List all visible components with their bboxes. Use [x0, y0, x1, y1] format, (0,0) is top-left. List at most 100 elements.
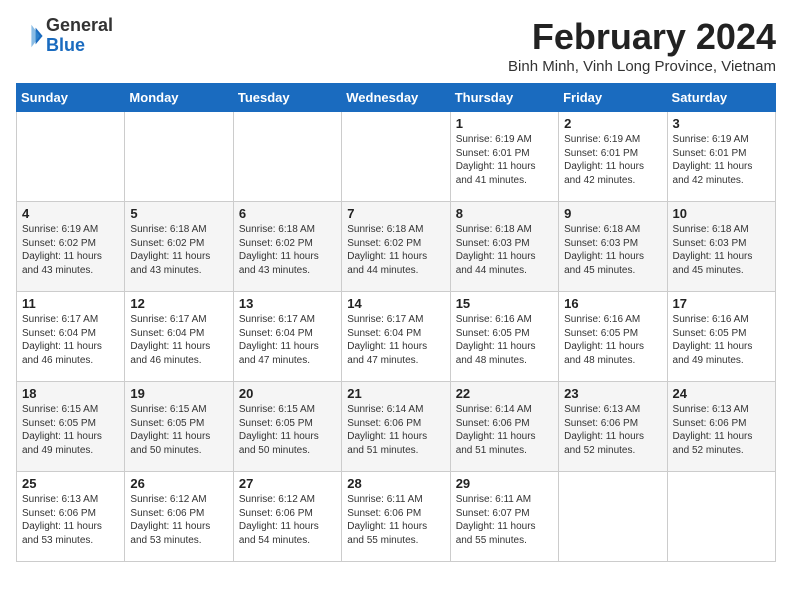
day-number: 5: [130, 206, 227, 221]
day-info: Sunrise: 6:18 AM Sunset: 6:02 PM Dayligh…: [239, 223, 336, 277]
calendar-cell: [667, 472, 775, 562]
calendar-cell: 20 Sunrise: 6:15 AM Sunset: 6:05 PM Dayli…: [233, 382, 341, 472]
weekday-header: Tuesday: [233, 84, 341, 112]
day-number: 27: [239, 476, 336, 491]
day-info: Sunrise: 6:13 AM Sunset: 6:06 PM Dayligh…: [22, 493, 119, 547]
calendar-cell: 24 Sunrise: 6:13 AM Sunset: 6:06 PM Dayli…: [667, 382, 775, 472]
calendar-cell: 11 Sunrise: 6:17 AM Sunset: 6:04 PM Dayli…: [17, 292, 125, 382]
day-number: 6: [239, 206, 336, 221]
weekday-header: Thursday: [450, 84, 558, 112]
day-info: Sunrise: 6:18 AM Sunset: 6:02 PM Dayligh…: [347, 223, 444, 277]
day-info: Sunrise: 6:18 AM Sunset: 6:02 PM Dayligh…: [130, 223, 227, 277]
day-number: 16: [564, 296, 661, 311]
day-info: Sunrise: 6:12 AM Sunset: 6:06 PM Dayligh…: [239, 493, 336, 547]
day-number: 3: [673, 116, 770, 131]
day-number: 13: [239, 296, 336, 311]
day-number: 19: [130, 386, 227, 401]
day-info: Sunrise: 6:19 AM Sunset: 6:01 PM Dayligh…: [564, 133, 661, 187]
day-info: Sunrise: 6:19 AM Sunset: 6:01 PM Dayligh…: [456, 133, 553, 187]
day-info: Sunrise: 6:17 AM Sunset: 6:04 PM Dayligh…: [347, 313, 444, 367]
weekday-header: Wednesday: [342, 84, 450, 112]
day-number: 12: [130, 296, 227, 311]
day-info: Sunrise: 6:19 AM Sunset: 6:02 PM Dayligh…: [22, 223, 119, 277]
weekday-header: Sunday: [17, 84, 125, 112]
day-info: Sunrise: 6:17 AM Sunset: 6:04 PM Dayligh…: [22, 313, 119, 367]
day-info: Sunrise: 6:18 AM Sunset: 6:03 PM Dayligh…: [673, 223, 770, 277]
day-number: 26: [130, 476, 227, 491]
day-info: Sunrise: 6:14 AM Sunset: 6:06 PM Dayligh…: [456, 403, 553, 457]
calendar-cell: 27 Sunrise: 6:12 AM Sunset: 6:06 PM Dayli…: [233, 472, 341, 562]
day-number: 8: [456, 206, 553, 221]
calendar-cell: 28Sunrise: 6:11 AM Sunset: 6:06 PM Dayli…: [342, 472, 450, 562]
calendar-table: SundayMondayTuesdayWednesdayThursdayFrid…: [16, 83, 776, 562]
day-info: Sunrise: 6:13 AM Sunset: 6:06 PM Dayligh…: [564, 403, 661, 457]
calendar-cell: 6 Sunrise: 6:18 AM Sunset: 6:02 PM Daylig…: [233, 202, 341, 292]
calendar-cell: 25 Sunrise: 6:13 AM Sunset: 6:06 PM Dayli…: [17, 472, 125, 562]
calendar-cell: 10 Sunrise: 6:18 AM Sunset: 6:03 PM Dayli…: [667, 202, 775, 292]
calendar-cell: [125, 112, 233, 202]
day-info: Sunrise: 6:16 AM Sunset: 6:05 PM Dayligh…: [673, 313, 770, 367]
calendar-week-row: 4 Sunrise: 6:19 AM Sunset: 6:02 PM Daylig…: [17, 202, 776, 292]
day-number: 18: [22, 386, 119, 401]
calendar-cell: [233, 112, 341, 202]
calendar-cell: 2 Sunrise: 6:19 AM Sunset: 6:01 PM Daylig…: [559, 112, 667, 202]
calendar-cell: 5 Sunrise: 6:18 AM Sunset: 6:02 PM Daylig…: [125, 202, 233, 292]
weekday-header: Saturday: [667, 84, 775, 112]
day-number: 28: [347, 476, 444, 491]
day-number: 23: [564, 386, 661, 401]
day-number: 25: [22, 476, 119, 491]
day-info: Sunrise: 6:17 AM Sunset: 6:04 PM Dayligh…: [130, 313, 227, 367]
logo: General Blue: [16, 16, 113, 56]
calendar-cell: 26 Sunrise: 6:12 AM Sunset: 6:06 PM Dayli…: [125, 472, 233, 562]
calendar-cell: 21 Sunrise: 6:14 AM Sunset: 6:06 PM Dayli…: [342, 382, 450, 472]
weekday-header: Friday: [559, 84, 667, 112]
day-info: Sunrise: 6:15 AM Sunset: 6:05 PM Dayligh…: [239, 403, 336, 457]
day-info: Sunrise: 6:19 AM Sunset: 6:01 PM Dayligh…: [673, 133, 770, 187]
day-number: 10: [673, 206, 770, 221]
month-title: February 2024: [508, 16, 776, 58]
calendar-cell: 1 Sunrise: 6:19 AM Sunset: 6:01 PM Daylig…: [450, 112, 558, 202]
calendar-cell: 16 Sunrise: 6:16 AM Sunset: 6:05 PM Dayli…: [559, 292, 667, 382]
calendar-cell: 3 Sunrise: 6:19 AM Sunset: 6:01 PM Daylig…: [667, 112, 775, 202]
day-info: Sunrise: 6:11 AM Sunset: 6:07 PM Dayligh…: [456, 493, 553, 547]
location: Binh Minh, Vinh Long Province, Vietnam: [508, 58, 776, 75]
calendar-week-row: 25 Sunrise: 6:13 AM Sunset: 6:06 PM Dayli…: [17, 472, 776, 562]
day-number: 4: [22, 206, 119, 221]
calendar-week-row: 18 Sunrise: 6:15 AM Sunset: 6:05 PM Dayli…: [17, 382, 776, 472]
calendar-cell: 29 Sunrise: 6:11 AM Sunset: 6:07 PM Dayli…: [450, 472, 558, 562]
day-number: 29: [456, 476, 553, 491]
day-info: Sunrise: 6:12 AM Sunset: 6:06 PM Dayligh…: [130, 493, 227, 547]
day-info: Sunrise: 6:13 AM Sunset: 6:06 PM Dayligh…: [673, 403, 770, 457]
logo-text: General Blue: [46, 16, 113, 56]
day-number: 7: [347, 206, 444, 221]
day-info: Sunrise: 6:14 AM Sunset: 6:06 PM Dayligh…: [347, 403, 444, 457]
day-number: 9: [564, 206, 661, 221]
day-number: 15: [456, 296, 553, 311]
calendar-header-row: SundayMondayTuesdayWednesdayThursdayFrid…: [17, 84, 776, 112]
calendar-week-row: 11 Sunrise: 6:17 AM Sunset: 6:04 PM Dayli…: [17, 292, 776, 382]
day-info: Sunrise: 6:16 AM Sunset: 6:05 PM Dayligh…: [564, 313, 661, 367]
calendar-cell: [17, 112, 125, 202]
calendar-cell: 13Sunrise: 6:17 AM Sunset: 6:04 PM Dayli…: [233, 292, 341, 382]
calendar-cell: 23 Sunrise: 6:13 AM Sunset: 6:06 PM Dayli…: [559, 382, 667, 472]
calendar-cell: 18Sunrise: 6:15 AM Sunset: 6:05 PM Dayli…: [17, 382, 125, 472]
calendar-week-row: 1 Sunrise: 6:19 AM Sunset: 6:01 PM Daylig…: [17, 112, 776, 202]
day-number: 14: [347, 296, 444, 311]
day-number: 24: [673, 386, 770, 401]
day-number: 22: [456, 386, 553, 401]
page-header: General Blue February 2024 Binh Minh, Vi…: [16, 16, 776, 75]
day-number: 2: [564, 116, 661, 131]
day-number: 11: [22, 296, 119, 311]
day-number: 17: [673, 296, 770, 311]
title-block: February 2024 Binh Minh, Vinh Long Provi…: [508, 16, 776, 75]
logo-icon: [16, 22, 44, 50]
day-number: 1: [456, 116, 553, 131]
day-number: 20: [239, 386, 336, 401]
calendar-cell: 9 Sunrise: 6:18 AM Sunset: 6:03 PM Daylig…: [559, 202, 667, 292]
calendar-cell: 8Sunrise: 6:18 AM Sunset: 6:03 PM Daylig…: [450, 202, 558, 292]
day-info: Sunrise: 6:18 AM Sunset: 6:03 PM Dayligh…: [564, 223, 661, 277]
calendar-cell: 7 Sunrise: 6:18 AM Sunset: 6:02 PM Daylig…: [342, 202, 450, 292]
day-info: Sunrise: 6:16 AM Sunset: 6:05 PM Dayligh…: [456, 313, 553, 367]
day-number: 21: [347, 386, 444, 401]
calendar-cell: 14 Sunrise: 6:17 AM Sunset: 6:04 PM Dayli…: [342, 292, 450, 382]
